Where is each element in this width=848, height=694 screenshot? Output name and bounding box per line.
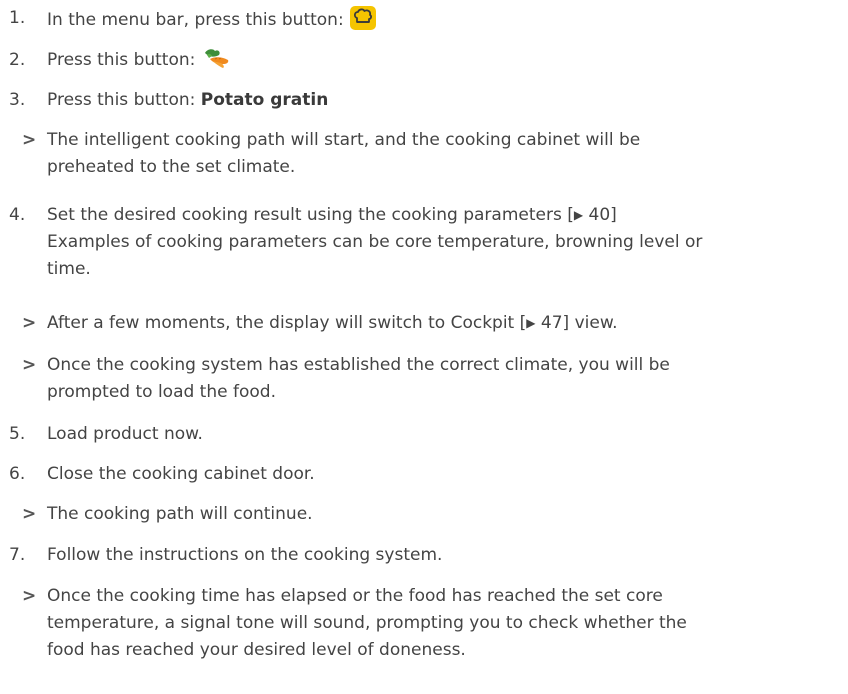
result-text-line: temperature, a signal tone will sound, p… bbox=[47, 613, 687, 633]
chef-hat-icon bbox=[349, 5, 377, 40]
step-text-line: Set the desired cooking result using the… bbox=[47, 202, 832, 229]
instruction-list: 1. In the menu bar, press this button: 2… bbox=[0, 0, 848, 694]
page-reference: 40] bbox=[583, 205, 617, 225]
result-text-line: The intelligent cooking path will start,… bbox=[47, 130, 641, 150]
result-text-line: food has reached your desired level of d… bbox=[47, 640, 466, 660]
step-number: 7. bbox=[9, 545, 26, 565]
step-text: Close the cooking cabinet door. bbox=[47, 464, 315, 484]
step-text: Press this button: bbox=[47, 50, 196, 70]
step-text: Follow the instructions on the cooking s… bbox=[47, 545, 443, 565]
vegetables-icon bbox=[201, 47, 231, 80]
result-text-line: Once the cooking system has established … bbox=[47, 355, 670, 375]
step-text: Press this button: bbox=[47, 90, 196, 110]
step-text-line: Examples of cooking parameters can be co… bbox=[47, 232, 703, 252]
page-arrow-icon: ▶ bbox=[573, 208, 584, 222]
step-text: In the menu bar, press this button: bbox=[47, 10, 344, 30]
result-text: The cooking path will continue. bbox=[47, 504, 313, 524]
result-text-line: preheated to the set climate. bbox=[47, 157, 296, 177]
cockpit-link[interactable]: ▶ 47] bbox=[526, 313, 569, 333]
step-text-line: time. bbox=[47, 259, 91, 279]
result-text: view. bbox=[569, 313, 618, 333]
page-reference: 47] bbox=[535, 313, 570, 333]
result-text: After a few moments, the display will sw… bbox=[47, 313, 527, 333]
step-text: Set the desired cooking result using the… bbox=[47, 205, 574, 225]
step-number: 4. bbox=[9, 205, 26, 225]
page-arrow-icon: ▶ bbox=[526, 316, 536, 330]
cooking-parameters-link[interactable]: ▶ 40] bbox=[574, 205, 617, 225]
step-number: 6. bbox=[9, 464, 26, 484]
step-number: 1. bbox=[9, 8, 26, 28]
result-text-line: prompted to load the food. bbox=[47, 382, 276, 402]
step-text: Load product now. bbox=[47, 424, 203, 444]
step-number: 3. bbox=[9, 90, 26, 110]
step-number: 5. bbox=[9, 424, 26, 444]
potato-gratin-label: Potato gratin bbox=[200, 90, 329, 110]
result-text-line: Once the cooking time has elapsed or the… bbox=[47, 586, 663, 606]
step-number: 2. bbox=[9, 50, 26, 70]
